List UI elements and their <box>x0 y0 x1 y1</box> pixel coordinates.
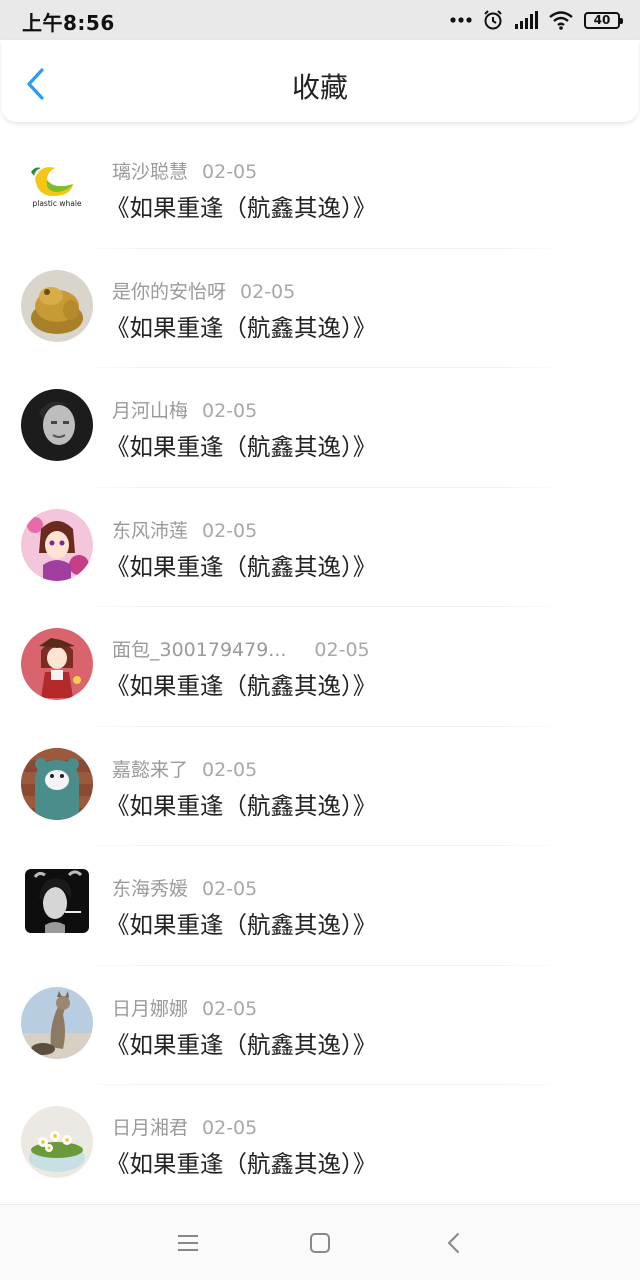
item-date: 02-05 <box>202 1117 258 1139</box>
item-date: 02-05 <box>202 519 258 542</box>
list-item[interactable]: 月河山梅 02-05 《如果重逢（航鑫其逸）》 <box>0 368 640 488</box>
user-name: 是你的安怡呀 <box>112 280 227 303</box>
more-dots-icon <box>450 16 472 24</box>
status-bar: 上午8:56 40 <box>0 0 640 40</box>
list-item[interactable]: 是你的安怡呀 02-05 《如果重逢（航鑫其逸）》 <box>0 249 640 368</box>
item-meta: 月河山梅 02-05 <box>112 396 257 423</box>
item-meta: 嘉懿来了 02-05 <box>112 755 257 782</box>
battery-icon: 40 <box>584 11 623 29</box>
list-item[interactable]: plastic whale 璃沙聪慧 02-05 《如果重逢（航鑫其逸）》 <box>0 129 640 249</box>
avatar-golden-toad-statue <box>21 269 93 342</box>
avatar-plastic-whale-logo: plastic whale <box>21 150 93 222</box>
user-name: 日月湘君 <box>112 1117 189 1139</box>
item-title: 《如果重逢（航鑫其逸）》 <box>106 313 377 342</box>
user-name: 日月娜娜 <box>112 997 189 1020</box>
item-title: 《如果重逢（航鑫其逸）》 <box>106 1150 377 1178</box>
item-meta: 东风沛莲 02-05 <box>112 516 257 543</box>
item-date: 02-05 <box>314 639 370 661</box>
page-title: 收藏 <box>291 71 348 104</box>
user-name: 面包_300179479... <box>112 639 287 661</box>
menu-button[interactable] <box>174 1229 202 1257</box>
avatar-bw-portrait <box>21 389 93 461</box>
item-date: 02-05 <box>202 161 258 183</box>
list-item[interactable]: 东风沛莲 02-05 《如果重逢（航鑫其逸）》 <box>0 488 640 607</box>
item-meta: 日月湘君 02-05 <box>112 1113 257 1140</box>
item-title: 《如果重逢（航鑫其逸）》 <box>106 911 377 939</box>
alarm-icon <box>482 9 504 31</box>
item-meta: 东海秀媛 02-05 <box>112 874 257 901</box>
user-name: 月河山梅 <box>112 400 189 422</box>
list-item[interactable]: 日月娜娜 02-05 《如果重逢（航鑫其逸）》 <box>0 966 640 1085</box>
avatar-flower-bowl <box>21 1106 93 1178</box>
screen: 上午8:56 40 收藏 plastic whale 璃沙聪慧 02-05 《如… <box>0 0 640 1280</box>
list-item[interactable]: 日月湘君 02-05 《如果重逢（航鑫其逸）》 <box>0 1085 640 1205</box>
item-meta: 是你的安怡呀 02-05 <box>112 277 295 304</box>
user-name: 东海秀媛 <box>112 878 189 900</box>
list-item[interactable]: 东海秀媛 02-05 《如果重逢（航鑫其逸）》 <box>0 846 640 966</box>
avatar-bw-smoker <box>25 869 89 933</box>
item-meta: 面包_300179479... 02-05 <box>112 635 370 662</box>
user-name: 嘉懿来了 <box>112 758 189 781</box>
item-date: 02-05 <box>202 878 258 900</box>
item-date: 02-05 <box>202 400 258 422</box>
favorites-list: plastic whale 璃沙聪慧 02-05 《如果重逢（航鑫其逸）》 是你… <box>0 129 640 1205</box>
user-name: 东风沛莲 <box>112 519 189 542</box>
home-button[interactable] <box>306 1229 334 1257</box>
back-triangle-icon <box>448 1233 459 1253</box>
item-date: 02-05 <box>202 997 258 1020</box>
item-meta: 日月娜娜 02-05 <box>112 994 257 1021</box>
item-date: 02-05 <box>202 758 258 781</box>
item-title: 《如果重逢（航鑫其逸）》 <box>106 791 377 820</box>
item-meta: 璃沙聪慧 02-05 <box>112 157 257 184</box>
item-title: 《如果重逢（航鑫其逸）》 <box>106 433 377 461</box>
list-item[interactable]: 嘉懿来了 02-05 《如果重逢（航鑫其逸）》 <box>0 727 640 846</box>
signal-icon <box>514 10 538 30</box>
avatar-anime-girl-pink <box>21 508 93 581</box>
header: 收藏 <box>2 40 638 122</box>
menu-icon <box>178 1235 198 1251</box>
status-time: 上午8:56 <box>22 11 115 35</box>
logo-text: plastic whale <box>32 199 81 208</box>
user-name: 璃沙聪慧 <box>112 161 189 183</box>
item-title: 《如果重逢（航鑫其逸）》 <box>106 672 377 700</box>
avatar-cat-photo <box>21 986 93 1059</box>
item-date: 02-05 <box>240 280 296 303</box>
list-item[interactable]: 面包_300179479... 02-05 《如果重逢（航鑫其逸）》 <box>0 607 640 727</box>
avatar-bear-hoodie <box>21 747 93 820</box>
item-title: 《如果重逢（航鑫其逸）》 <box>106 194 377 222</box>
wifi-icon <box>548 10 574 30</box>
item-title: 《如果重逢（航鑫其逸）》 <box>106 552 377 581</box>
nav-back-button[interactable] <box>440 1229 468 1257</box>
system-nav-bar <box>0 1204 640 1280</box>
item-title: 《如果重逢（航鑫其逸）》 <box>106 1030 377 1059</box>
avatar-anime-girl-red <box>21 628 93 700</box>
status-icons: 40 <box>450 8 623 32</box>
home-square-icon <box>310 1233 330 1253</box>
